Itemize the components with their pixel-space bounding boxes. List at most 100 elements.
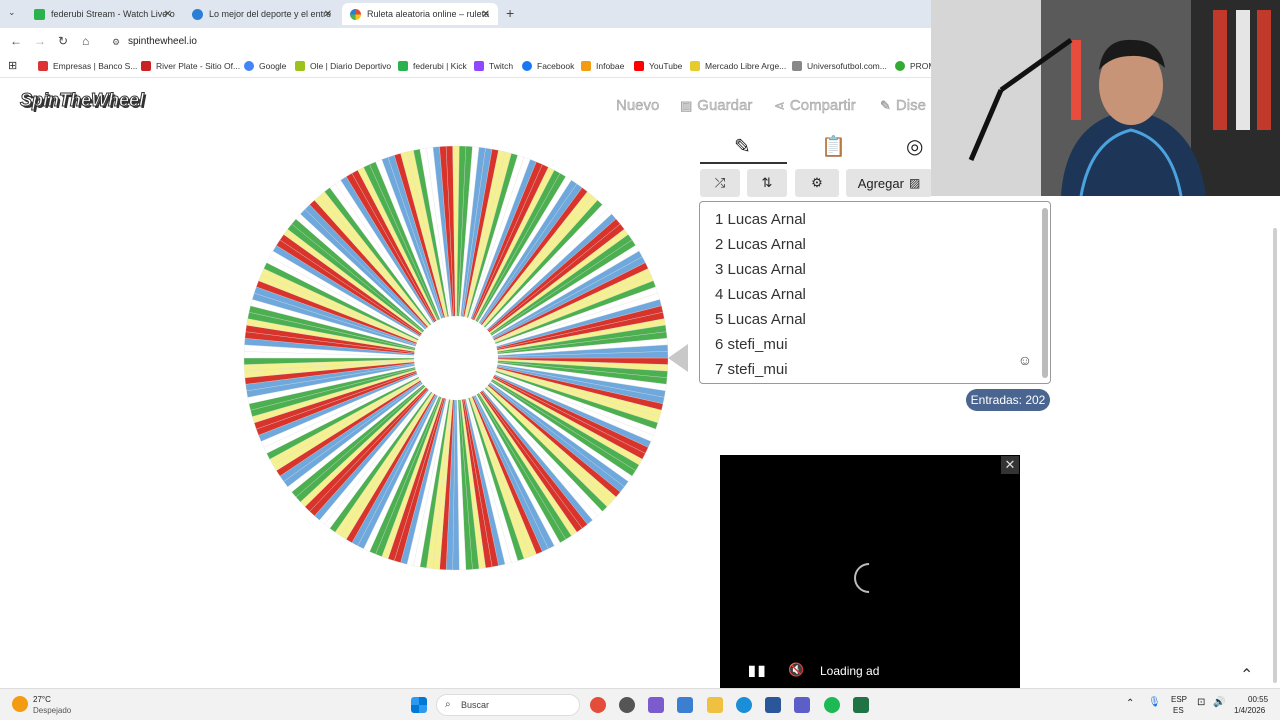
- entry-line: 4 Lucas Arnal: [715, 286, 806, 303]
- chrome-icon[interactable]: [590, 697, 606, 713]
- gear-icon: ⚙: [811, 175, 823, 190]
- shuffle-button[interactable]: ⤮: [700, 169, 740, 197]
- mic-icon[interactable]: 🎙: [1148, 697, 1161, 708]
- taskbar: 27°C Despejado ⌕ Buscar ⌃ 🎙 ESP ES ⊡ 🔊 0…: [0, 688, 1280, 720]
- entries-scrollbar[interactable]: [1042, 208, 1048, 378]
- bookmark-label: federubi | Kick: [413, 61, 467, 71]
- bookmark-universofutbol[interactable]: Universofutbol.com...: [792, 61, 887, 71]
- excel-icon[interactable]: [853, 697, 869, 713]
- wheel-icon: [350, 8, 361, 20]
- kick-icon: [398, 61, 408, 71]
- bookmark-mercadolibre[interactable]: Mercado Libre Arge...: [690, 61, 786, 71]
- settings-button[interactable]: ⚙: [795, 169, 839, 197]
- edge-icon[interactable]: [736, 697, 752, 713]
- bookmark-icon: [895, 61, 905, 71]
- clipboard-icon[interactable]: 📋: [821, 134, 846, 159]
- new-tab-button[interactable]: +: [506, 5, 514, 21]
- webcam-overlay: [931, 0, 1280, 196]
- network-icon[interactable]: ⊡: [1197, 697, 1205, 708]
- bookmark-banco[interactable]: Empresas | Banco S...: [38, 61, 137, 71]
- bookmark-icon: [141, 61, 151, 71]
- close-ad-button[interactable]: ✕: [1001, 456, 1019, 474]
- bookmark-label: Empresas | Banco S...: [53, 61, 138, 71]
- close-icon[interactable]: ✕: [482, 9, 490, 20]
- pencil-icon: ✎: [880, 97, 891, 113]
- sort-icon: ⇅: [761, 175, 773, 190]
- reload-icon[interactable]: ↻: [58, 34, 68, 48]
- mute-icon[interactable]: 🔇: [788, 662, 804, 678]
- video-ad: ✕ ▮▮ 🔇 Loading ad: [720, 455, 1020, 688]
- bookmark-icon: [581, 61, 591, 71]
- bookmark-youtube[interactable]: YouTube: [634, 61, 682, 71]
- bookmark-label: Infobae: [596, 61, 625, 71]
- tab-ole[interactable]: Lo mejor del deporte y el entre ✕: [184, 3, 340, 25]
- bookmark-twitch[interactable]: Twitch: [474, 61, 513, 71]
- store-icon[interactable]: [677, 697, 693, 713]
- save-label: Guardar: [697, 97, 753, 114]
- bookmark-label: Universofutbol.com...: [807, 61, 887, 71]
- clock-time[interactable]: 00:55: [1248, 695, 1268, 704]
- url-field[interactable]: ⚙ spinthewheel.io: [104, 32, 934, 52]
- close-icon[interactable]: ✕: [324, 9, 332, 20]
- youtube-icon: [634, 61, 644, 71]
- site-logo[interactable]: SpinTheWheel: [19, 90, 144, 111]
- bookmark-infobae[interactable]: Infobae: [581, 61, 624, 71]
- new-button[interactable]: Nuevo: [616, 97, 660, 114]
- entries-textarea[interactable]: 1 Lucas Arnal 2 Lucas Arnal 3 Lucas Arna…: [699, 201, 1051, 384]
- volume-icon[interactable]: 🔊: [1213, 697, 1225, 708]
- bookmark-ole[interactable]: Ole | Diario Deportivo: [295, 61, 391, 71]
- pencil-icon[interactable]: ✎: [734, 134, 751, 159]
- word-icon[interactable]: [765, 697, 781, 713]
- clock-date: 1/4/2026: [1234, 706, 1266, 715]
- tab-federubi[interactable]: federubi Stream - Watch Live o ✕: [26, 3, 180, 25]
- bookmark-google[interactable]: Google: [244, 61, 286, 71]
- copilot-icon[interactable]: [648, 697, 664, 713]
- loading-ad-text: Loading ad: [820, 664, 880, 678]
- apps-icon[interactable]: ⊞: [8, 59, 17, 72]
- taskbar-search[interactable]: ⌕ Buscar: [436, 694, 580, 716]
- bookmark-facebook[interactable]: Facebook: [522, 61, 574, 71]
- emoji-icon[interactable]: ☺: [1018, 352, 1032, 368]
- forward-icon[interactable]: →: [34, 34, 46, 48]
- start-icon[interactable]: [411, 697, 427, 713]
- tab-label: federubi Stream - Watch Live o: [51, 9, 175, 19]
- entry-line: 3 Lucas Arnal: [715, 261, 806, 278]
- bookmark-river[interactable]: River Plate - Sitio Of...: [141, 61, 240, 71]
- folder-icon[interactable]: [707, 697, 723, 713]
- site-info-icon[interactable]: ⚙: [112, 32, 120, 52]
- pause-icon[interactable]: ▮▮: [748, 662, 767, 679]
- entry-line: 7 stefi_mui: [715, 361, 788, 378]
- chevron-up-icon[interactable]: ⌃: [1240, 665, 1253, 685]
- obs-icon[interactable]: [619, 697, 635, 713]
- tab-label: Lo mejor del deporte y el entre: [209, 9, 332, 19]
- share-button[interactable]: ⋖ Compartir: [774, 97, 856, 114]
- eye-slash-icon[interactable]: ◎: [906, 134, 923, 159]
- sort-button[interactable]: ⇅: [747, 169, 787, 197]
- bookmark-label: YouTube: [649, 61, 683, 71]
- lang-primary[interactable]: ESP: [1171, 695, 1187, 704]
- save-button[interactable]: ▣ Guardar: [680, 97, 753, 114]
- design-button[interactable]: ✎ Dise: [880, 97, 926, 114]
- spin-wheel[interactable]: [243, 145, 669, 571]
- wheel-svg[interactable]: [243, 145, 669, 571]
- weather-icon[interactable]: [12, 696, 28, 712]
- active-tab-indicator: [700, 162, 787, 164]
- teams-icon[interactable]: [794, 697, 810, 713]
- tab-ruleta[interactable]: Ruleta aleatoria online – ruleta ✕: [342, 3, 498, 25]
- spotify-icon[interactable]: [824, 697, 840, 713]
- share-icon: ⋖: [774, 97, 785, 113]
- tab-list-icon[interactable]: ⌄: [8, 7, 16, 18]
- wheel-center[interactable]: [414, 316, 498, 400]
- add-image-button[interactable]: Agregar ▨: [846, 169, 932, 197]
- page-scrollbar[interactable]: [1273, 228, 1277, 683]
- bookmark-icon: [295, 61, 305, 71]
- close-icon[interactable]: ✕: [164, 9, 172, 20]
- url-text: spinthewheel.io: [128, 36, 197, 47]
- tab-label: Ruleta aleatoria online – ruleta: [367, 9, 490, 19]
- bookmark-prom[interactable]: PROM: [895, 61, 936, 71]
- chevron-up-icon[interactable]: ⌃: [1126, 698, 1134, 709]
- entries-count-badge: Entradas: 202: [966, 389, 1050, 411]
- home-icon[interactable]: ⌂: [82, 34, 89, 48]
- back-icon[interactable]: ←: [10, 34, 22, 48]
- bookmark-kick[interactable]: federubi | Kick: [398, 61, 467, 71]
